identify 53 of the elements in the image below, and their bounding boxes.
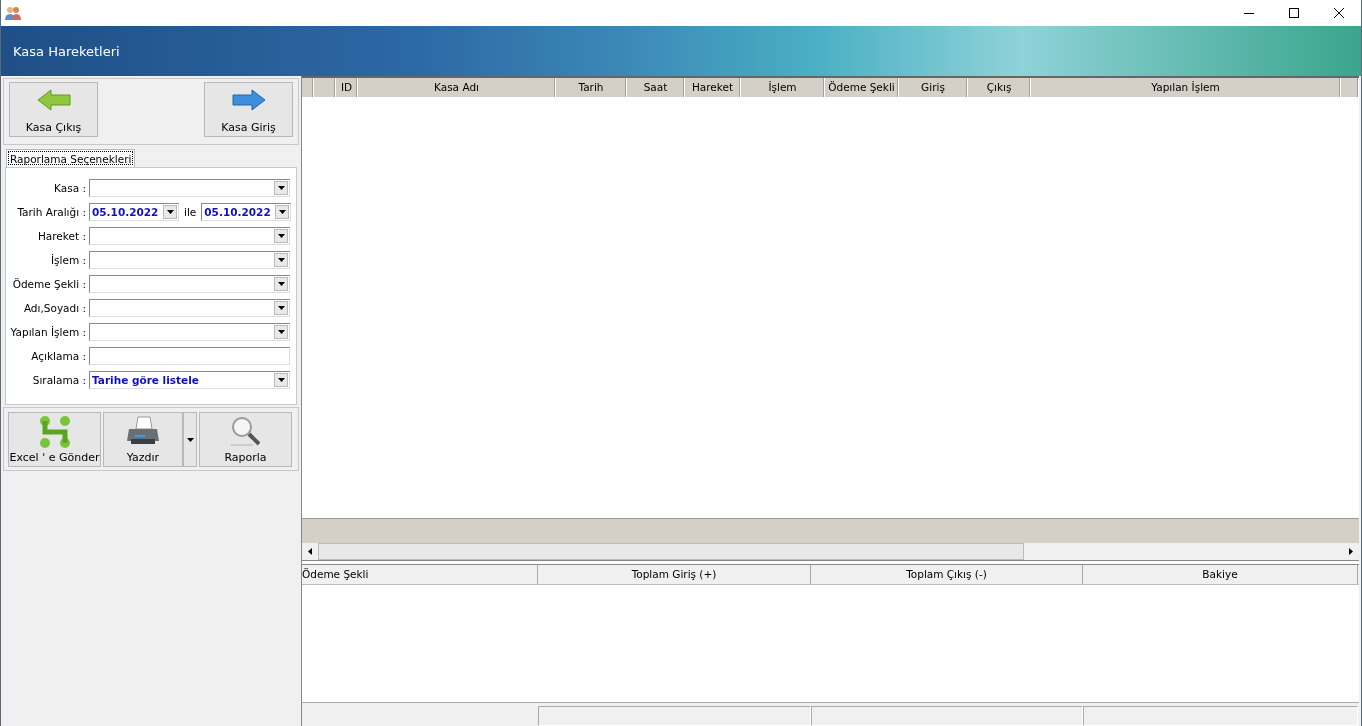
close-icon bbox=[1333, 8, 1344, 18]
dropdown-field[interactable]: 05.10.2022 bbox=[89, 203, 179, 221]
column-header[interactable]: Hareket bbox=[685, 78, 741, 97]
dropdown-field[interactable]: Tarihe göre listele bbox=[89, 371, 290, 389]
field-label: Ödeme Şekli : bbox=[11, 278, 86, 290]
column-header[interactable]: Toplam Giriş (+) bbox=[538, 565, 811, 584]
range-label: ile bbox=[184, 206, 197, 218]
text-field[interactable] bbox=[89, 347, 290, 365]
field-label: Yapılan İşlem : bbox=[9, 326, 86, 338]
dropdown-field[interactable] bbox=[89, 299, 290, 317]
field-label: İşlem : bbox=[49, 254, 86, 266]
dropdown-field[interactable] bbox=[89, 323, 290, 341]
dropdown-field[interactable] bbox=[89, 251, 290, 269]
cash-out-button[interactable]: Kasa Çıkış bbox=[9, 82, 98, 137]
column-header[interactable]: Saat bbox=[627, 78, 685, 97]
scroll-thumb[interactable] bbox=[318, 543, 1024, 560]
left-arrow-icon bbox=[36, 89, 71, 111]
magnifier-icon bbox=[228, 415, 263, 447]
column-header[interactable]: Ödeme Şekli bbox=[302, 565, 538, 584]
dropdown-field[interactable] bbox=[89, 227, 290, 245]
column-header[interactable]: Kasa Adı bbox=[358, 78, 556, 97]
field-label: Kasa : bbox=[53, 182, 86, 194]
connector-icon bbox=[37, 415, 72, 449]
people-icon bbox=[5, 6, 21, 20]
column-header[interactable]: Toplam Çıkış (-) bbox=[811, 565, 1083, 584]
dropdown-field[interactable] bbox=[89, 275, 290, 293]
field-label: Açıklama : bbox=[30, 350, 86, 362]
field-label: Hareket : bbox=[36, 230, 86, 242]
dropdown-field[interactable]: 05.10.2022 bbox=[201, 203, 292, 221]
dropdown-field[interactable] bbox=[89, 179, 290, 197]
export-excel-button[interactable]: Excel ' e Gönder bbox=[8, 412, 101, 467]
window-title: Kasa Hareketleri bbox=[13, 43, 120, 59]
field-label: Sıralama : bbox=[31, 374, 86, 386]
report-button[interactable]: Raporla bbox=[199, 412, 292, 467]
column-header[interactable]: Ödeme Şekli bbox=[825, 78, 899, 97]
maximize-icon bbox=[1288, 8, 1299, 18]
field-label: Tarih Aralığı : bbox=[16, 206, 86, 218]
caret-icon bbox=[186, 437, 194, 442]
printer-icon bbox=[126, 415, 160, 447]
column-header[interactable]: Çıkış bbox=[968, 78, 1031, 97]
horizontal-scrollbar[interactable] bbox=[302, 543, 1359, 560]
column-header[interactable]: ID bbox=[336, 78, 358, 97]
column-header[interactable]: Yapılan İşlem bbox=[1031, 78, 1341, 97]
cash-in-button[interactable]: Kasa Giriş bbox=[204, 82, 293, 137]
tab[interactable]: Raporlama Seçenekleri bbox=[6, 149, 136, 167]
print-button[interactable]: Yazdır bbox=[103, 412, 183, 467]
column-header[interactable]: Tarih bbox=[556, 78, 627, 97]
right-arrow-icon bbox=[231, 89, 266, 111]
column-header[interactable]: İşlem bbox=[741, 78, 825, 97]
column-header[interactable]: Giriş bbox=[899, 78, 968, 97]
field-label: Adı,Soyadı : bbox=[22, 302, 86, 314]
print-options-button[interactable] bbox=[183, 412, 197, 467]
column-header[interactable]: Bakiye bbox=[1083, 565, 1358, 584]
